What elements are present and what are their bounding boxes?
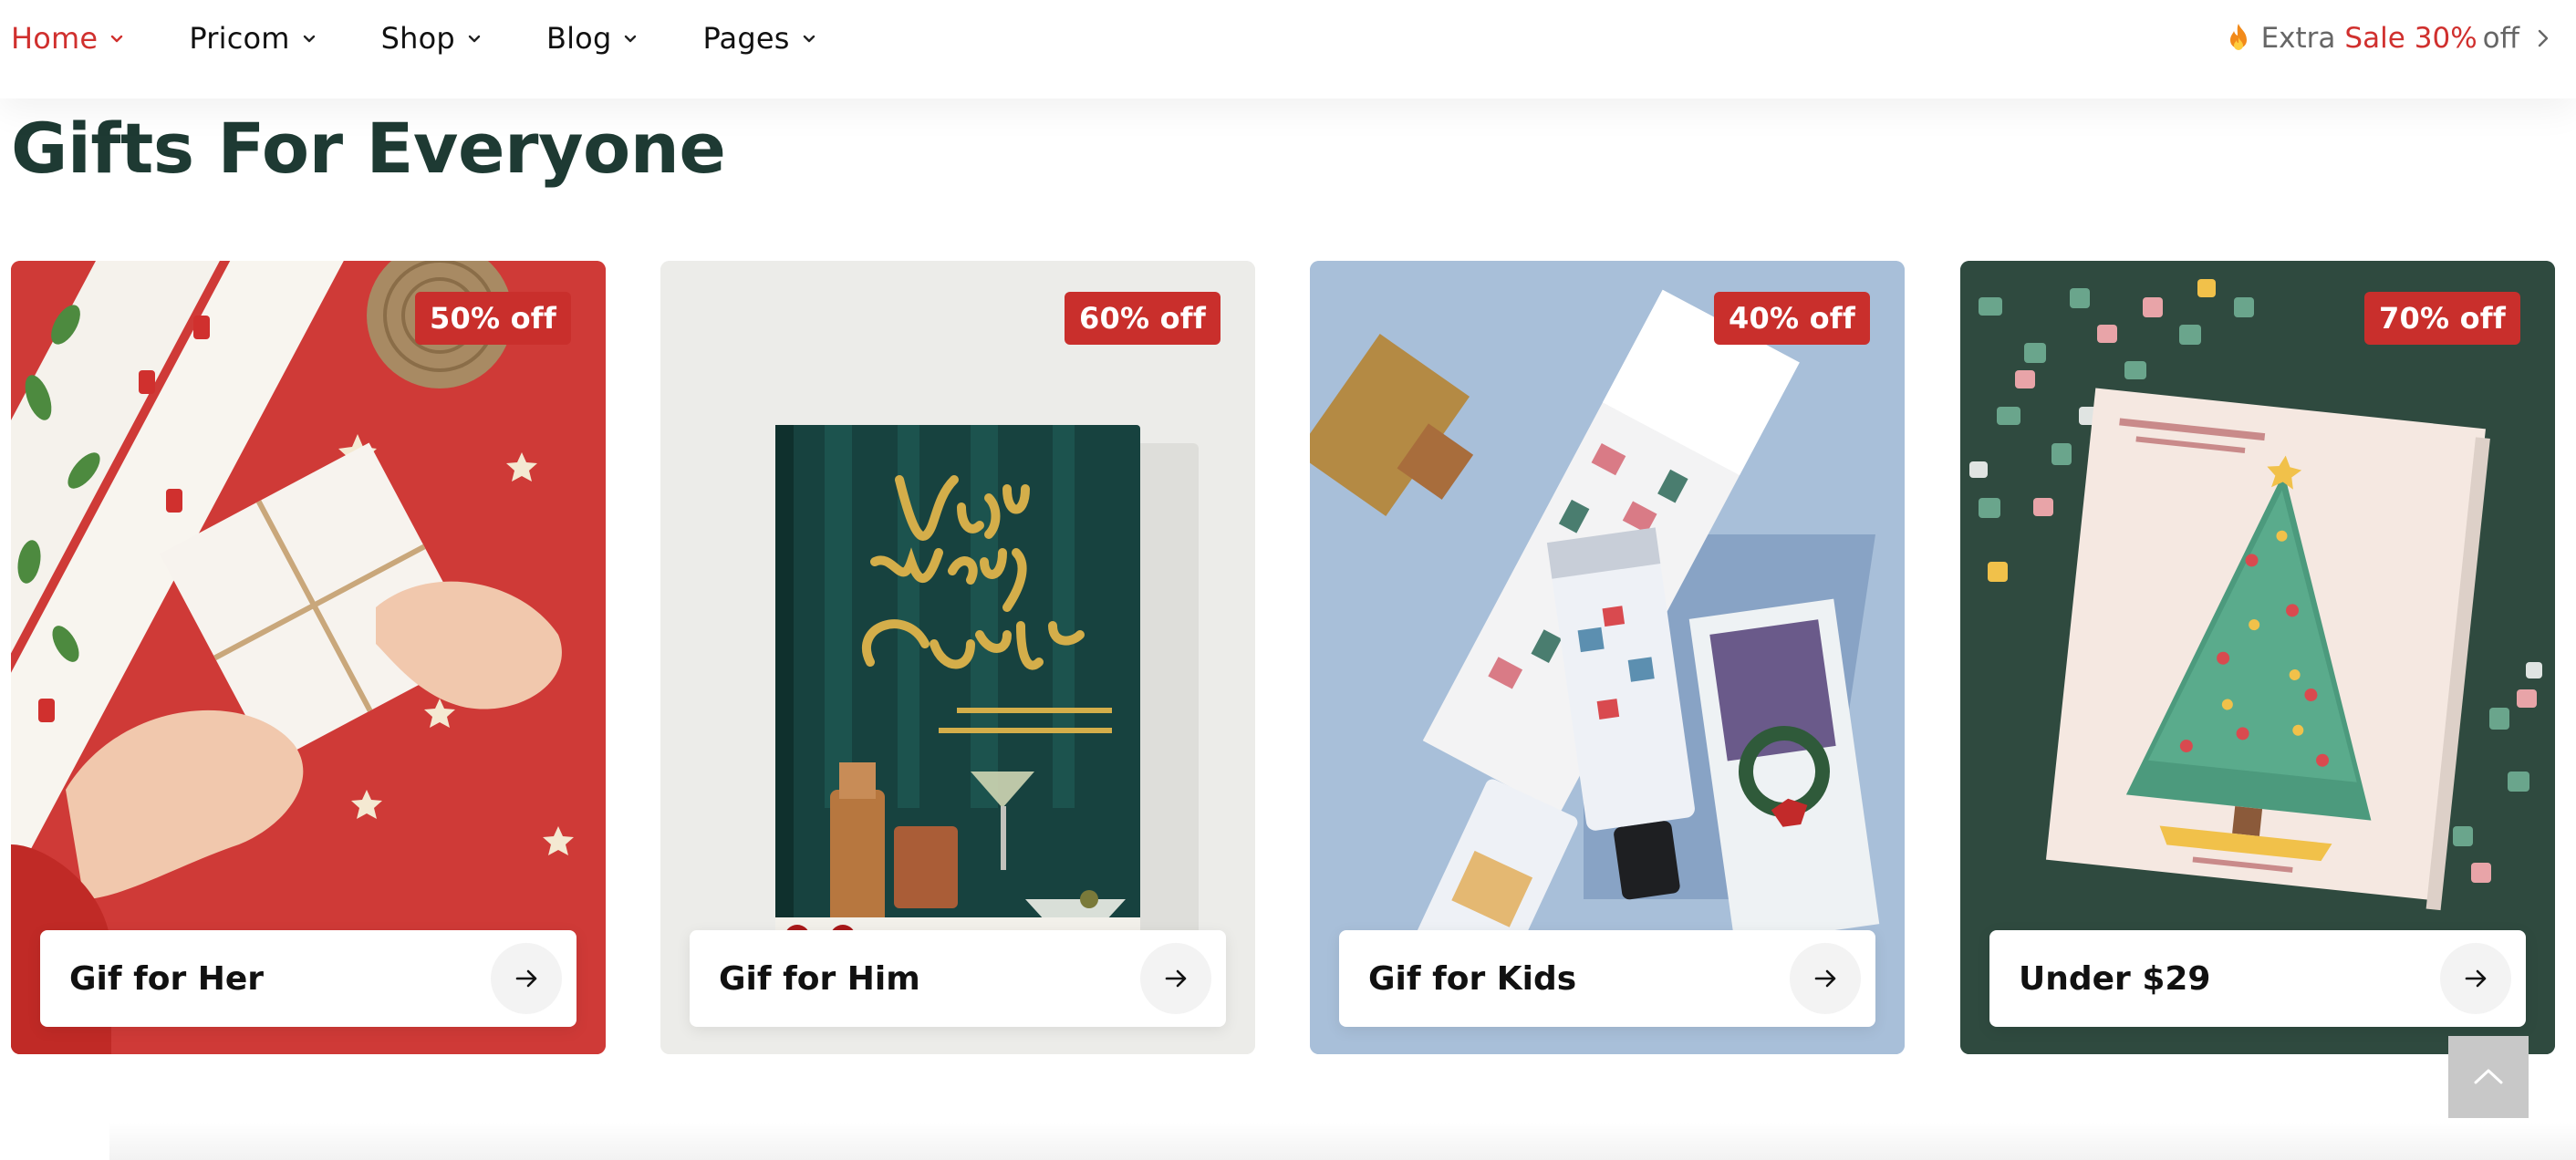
top-navigation-bar: Home Pricom Shop Blog Pages Extra Sale 3…: [0, 0, 2576, 98]
nav-item-label: Shop: [380, 21, 455, 56]
section-divider-shadow: [109, 1122, 2576, 1160]
arrow-right-button[interactable]: [491, 943, 562, 1014]
chevron-up-icon: [2474, 1069, 2503, 1084]
arrow-right-icon: [2465, 969, 2487, 988]
discount-badge: 40% off: [1714, 292, 1870, 345]
promo-banner[interactable]: Extra Sale 30% off: [2225, 0, 2550, 77]
nav-item-pricom[interactable]: Pricom: [189, 21, 317, 56]
nav-item-label: Blog: [545, 21, 612, 56]
card-label-bar[interactable]: Gif for Kids: [1339, 930, 1875, 1027]
arrow-right-icon: [515, 969, 537, 988]
card-label-bar[interactable]: Gif for Her: [40, 930, 576, 1027]
promo-extra-text: Extra: [2260, 22, 2336, 55]
gift-card-under-29[interactable]: 70% off Under $29: [1960, 261, 2555, 1054]
nav-item-pages[interactable]: Pages: [702, 21, 816, 56]
arrow-right-button[interactable]: [1140, 943, 1211, 1014]
back-to-top-button[interactable]: [2448, 1036, 2529, 1118]
chevron-down-icon: [801, 30, 817, 47]
promo-off-text: off: [2482, 22, 2519, 55]
card-title: Gif for Him: [719, 959, 920, 998]
chevron-right-icon: [2536, 27, 2550, 49]
card-title: Gif for Kids: [1368, 959, 1577, 998]
card-label-bar[interactable]: Gif for Him: [690, 930, 1226, 1027]
arrow-right-icon: [1165, 969, 1187, 988]
discount-badge: 50% off: [415, 292, 571, 345]
card-title: Under $29: [2019, 959, 2211, 998]
chevron-down-icon: [109, 30, 125, 47]
arrow-right-button[interactable]: [2440, 943, 2511, 1014]
gift-card-him[interactable]: 60% off Gif for Him: [660, 261, 1255, 1054]
main-menu: Home Pricom Shop Blog Pages: [11, 0, 881, 77]
nav-item-shop[interactable]: Shop: [381, 21, 483, 56]
nav-item-home[interactable]: Home: [11, 21, 125, 56]
promo-percent-text: 30%: [2414, 22, 2477, 55]
chevron-down-icon: [466, 30, 483, 47]
promo-sale-text: Sale: [2344, 22, 2405, 55]
card-label-bar[interactable]: Under $29: [1989, 930, 2526, 1027]
nav-item-blog[interactable]: Blog: [546, 21, 639, 56]
chevron-down-icon: [301, 30, 317, 47]
section-title: Gifts For Everyone: [11, 108, 726, 189]
flame-icon: [2225, 23, 2252, 54]
nav-item-label: Pricom: [189, 21, 290, 56]
nav-item-label: Pages: [702, 21, 790, 56]
gift-card-her[interactable]: 50% off Gif for Her: [11, 261, 606, 1054]
arrow-right-icon: [1814, 969, 1836, 988]
arrow-right-button[interactable]: [1790, 943, 1861, 1014]
gift-card-kids[interactable]: 40% off Gif for Kids: [1310, 261, 1905, 1054]
discount-badge: 60% off: [1065, 292, 1220, 345]
chevron-down-icon: [622, 30, 639, 47]
card-title: Gif for Her: [69, 959, 265, 998]
nav-item-label: Home: [11, 21, 99, 56]
discount-badge: 70% off: [2364, 292, 2520, 345]
